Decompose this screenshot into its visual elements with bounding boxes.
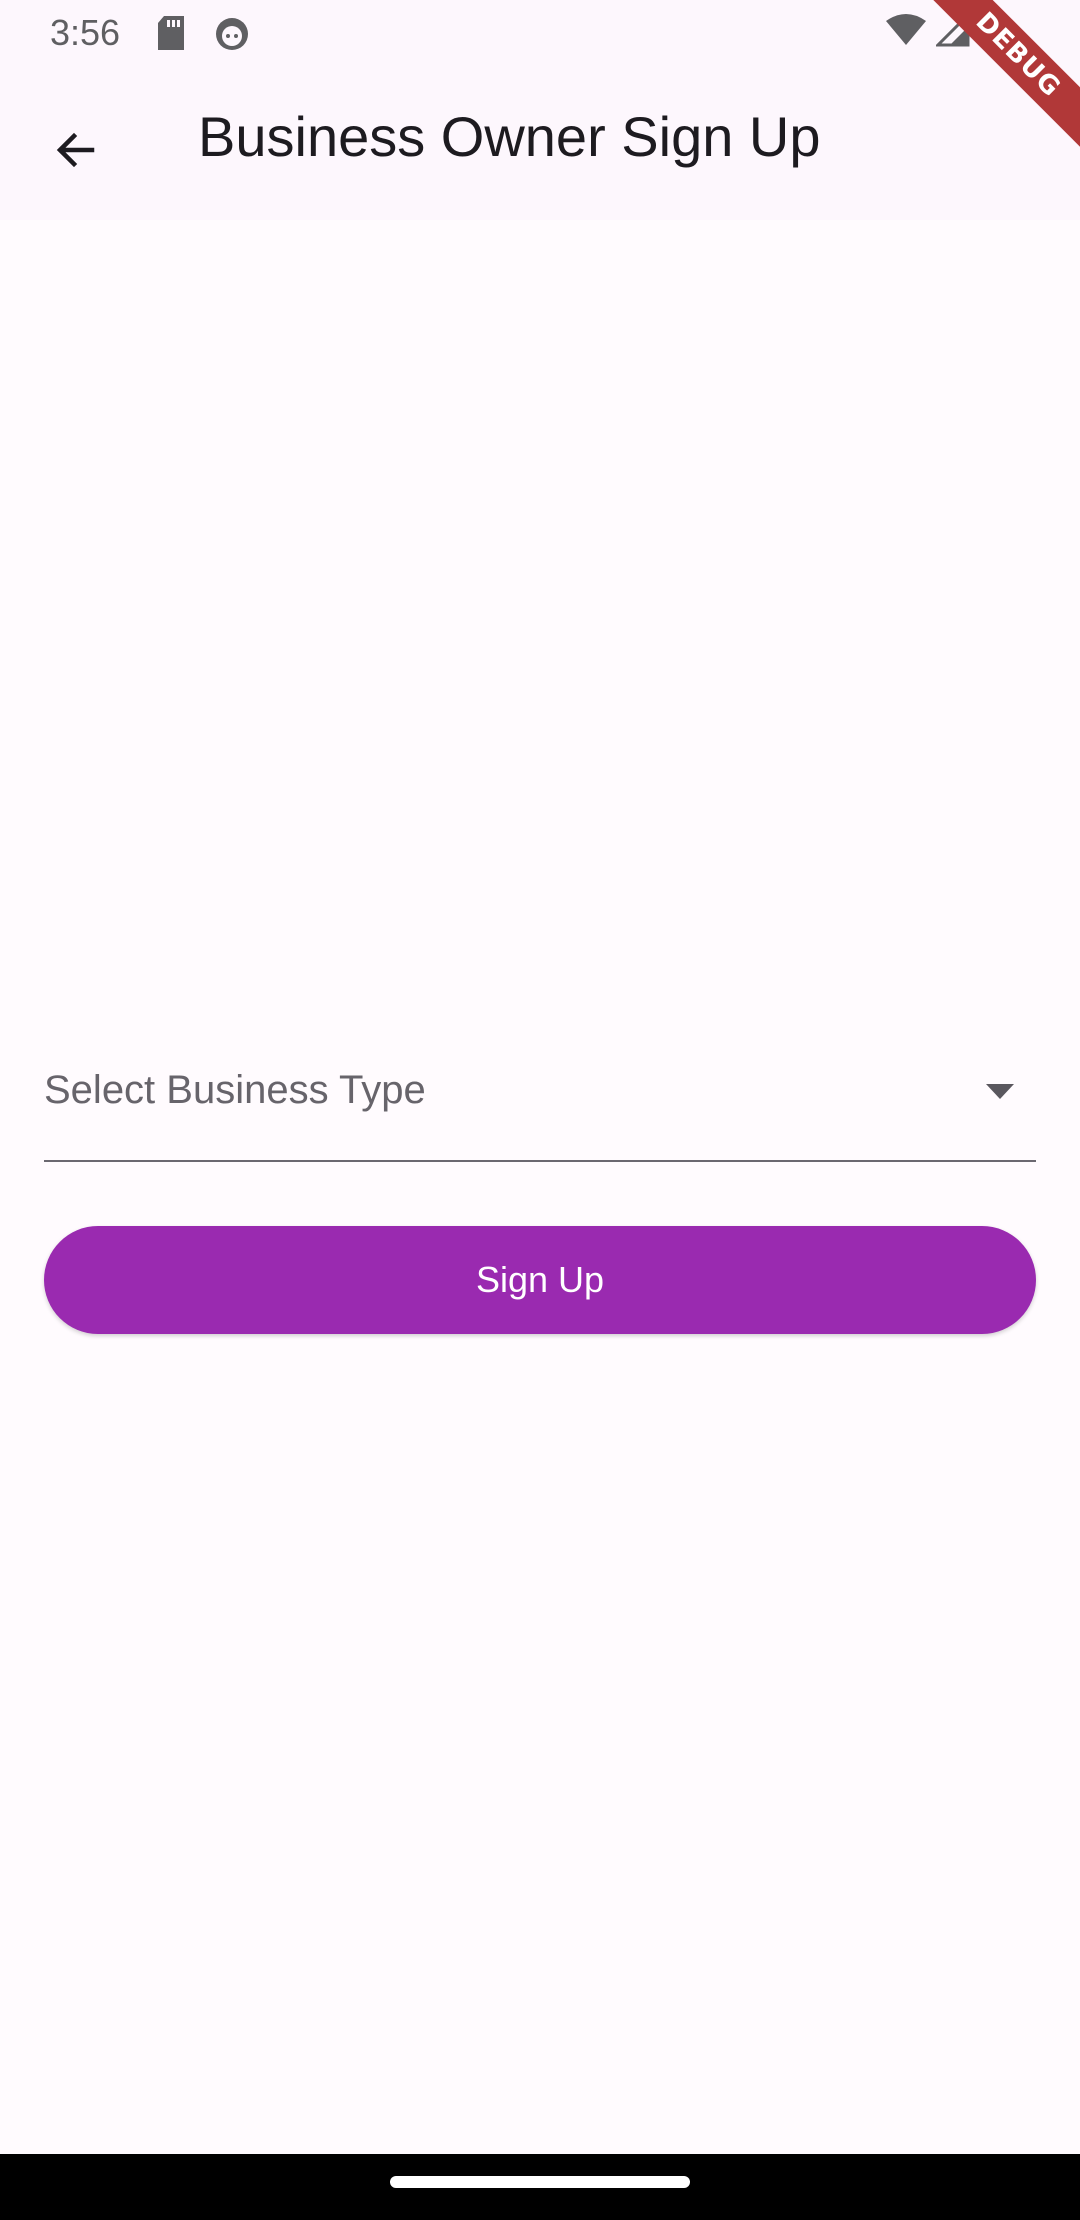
home-gesture-handle[interactable] [390, 2176, 690, 2188]
business-type-placeholder: Select Business Type [44, 1068, 426, 1112]
system-navigation-bar [0, 2154, 1080, 2220]
sign-up-button[interactable]: Sign Up [44, 1226, 1036, 1334]
status-right-icons [886, 12, 1000, 48]
page-title: Business Owner Sign Up [198, 105, 821, 168]
status-time: 3:56 [50, 12, 121, 53]
battery-icon [981, 12, 999, 48]
business-type-dropdown[interactable]: Select Business Type [44, 1040, 1036, 1162]
android-face-icon [216, 18, 248, 50]
arrow-back-icon [56, 132, 95, 168]
app-bar: Business Owner Sign Up [0, 66, 1080, 220]
back-button[interactable] [36, 110, 116, 190]
screen: 3:56 Business Owner Sign Up DEBUG Select… [0, 0, 1080, 2220]
status-bar: 3:56 [0, 0, 1080, 66]
sign-up-button-label: Sign Up [475, 1259, 605, 1300]
sd-card-icon [158, 16, 184, 50]
wifi-icon [886, 14, 926, 45]
signal-icon [936, 13, 970, 47]
arrow-drop-down-icon [986, 1084, 1014, 1099]
